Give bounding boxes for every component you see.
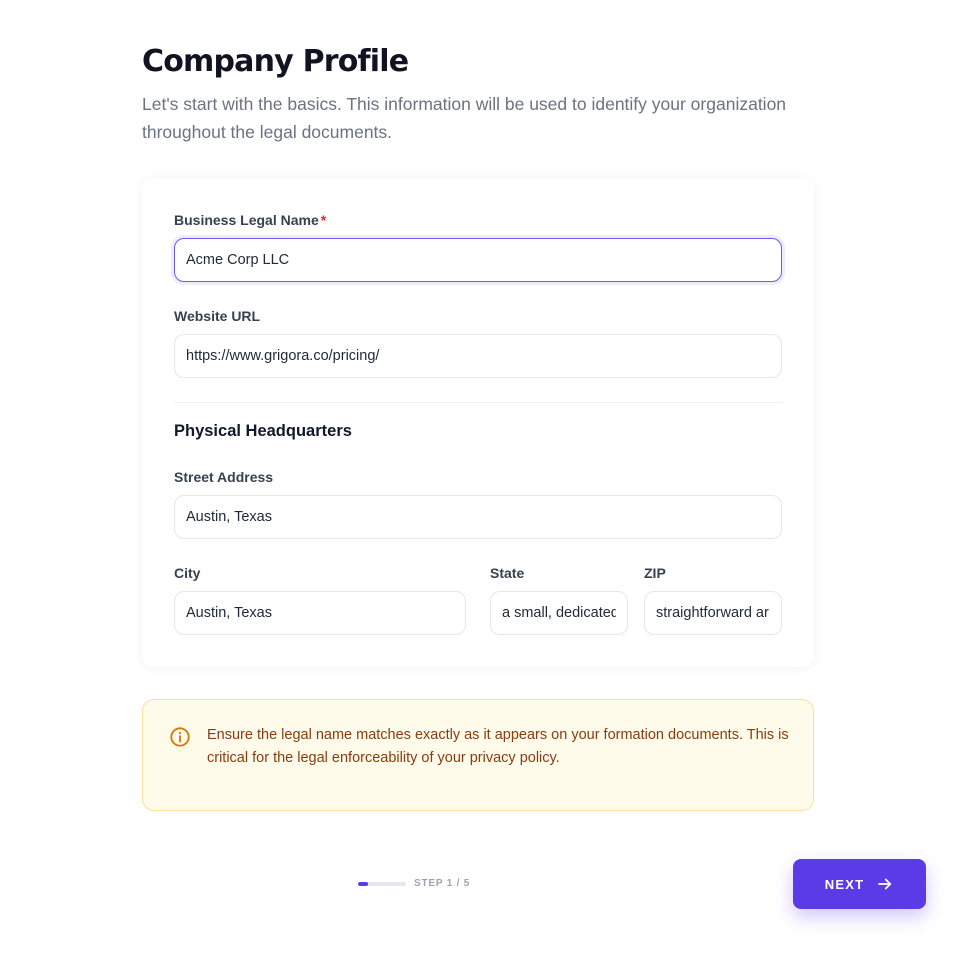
page-title: Company Profile [142, 44, 409, 79]
info-circle-icon [170, 727, 190, 747]
company-profile-form-card: Business Legal Name* Website URL Physica… [142, 178, 814, 667]
next-button-label: NEXT [824, 876, 865, 892]
zip-input[interactable] [644, 591, 782, 635]
city-label: City [174, 565, 201, 581]
legal-name-label-text: Business Legal Name [174, 212, 319, 228]
page-subtitle: Let's start with the basics. This inform… [142, 94, 787, 142]
legal-name-input[interactable] [174, 238, 782, 282]
required-asterisk: * [320, 212, 327, 228]
legal-name-notice: Ensure the legal name matches exactly as… [142, 699, 814, 811]
headquarters-heading: Physical Headquarters [174, 422, 352, 440]
street-address-label: Street Address [174, 469, 274, 485]
website-url-input[interactable] [174, 334, 782, 378]
zip-label: ZIP [644, 565, 666, 581]
step-progress-fill [358, 882, 368, 886]
state-input[interactable] [490, 591, 628, 635]
step-progress-bar [358, 882, 406, 886]
street-address-input[interactable] [174, 495, 782, 539]
legal-name-label: Business Legal Name * [174, 212, 326, 228]
website-url-label: Website URL [174, 308, 261, 324]
section-divider [174, 402, 782, 403]
step-indicator: STEP 1 / 5 [414, 878, 471, 889]
city-input[interactable] [174, 591, 466, 635]
next-button[interactable]: NEXT [793, 859, 926, 909]
state-label: State [490, 565, 525, 581]
notice-text: Ensure the legal name matches exactly as… [207, 727, 789, 766]
arrow-right-icon [878, 878, 892, 890]
